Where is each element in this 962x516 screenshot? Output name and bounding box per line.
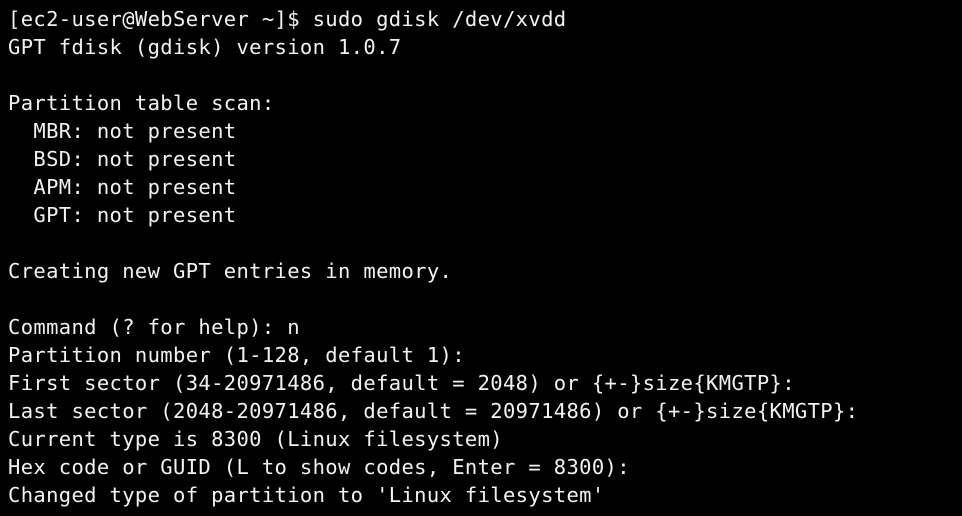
terminal-line: MBR: not present (8, 119, 237, 143)
terminal-line: APM: not present (8, 175, 237, 199)
terminal-line: Current type is 8300 (Linux filesystem) (8, 427, 503, 451)
terminal-line: BSD: not present (8, 147, 237, 171)
terminal-line: First sector (34-20971486, default = 204… (8, 371, 795, 395)
terminal-line-command: Command (? for help): n (8, 315, 300, 339)
terminal-line: Last sector (2048-20971486, default = 20… (8, 399, 859, 423)
terminal-line: GPT fdisk (gdisk) version 1.0.7 (8, 35, 402, 59)
terminal-line: Partition number (1-128, default 1): (8, 343, 465, 367)
terminal-window[interactable]: [ec2-user@WebServer ~]$ sudo gdisk /dev/… (0, 0, 962, 516)
scrolled-edge (0, 0, 962, 3)
terminal-line: Creating new GPT entries in memory. (8, 259, 453, 283)
terminal-line-prompt: [ec2-user@WebServer ~]$ sudo gdisk /dev/… (8, 7, 567, 31)
terminal-line: Hex code or GUID (L to show codes, Enter… (8, 455, 630, 479)
terminal-line: GPT: not present (8, 203, 237, 227)
terminal-output: [ec2-user@WebServer ~]$ sudo gdisk /dev/… (8, 5, 858, 509)
terminal-line: Changed type of partition to 'Linux file… (8, 483, 605, 507)
terminal-line: Partition table scan: (8, 91, 275, 115)
